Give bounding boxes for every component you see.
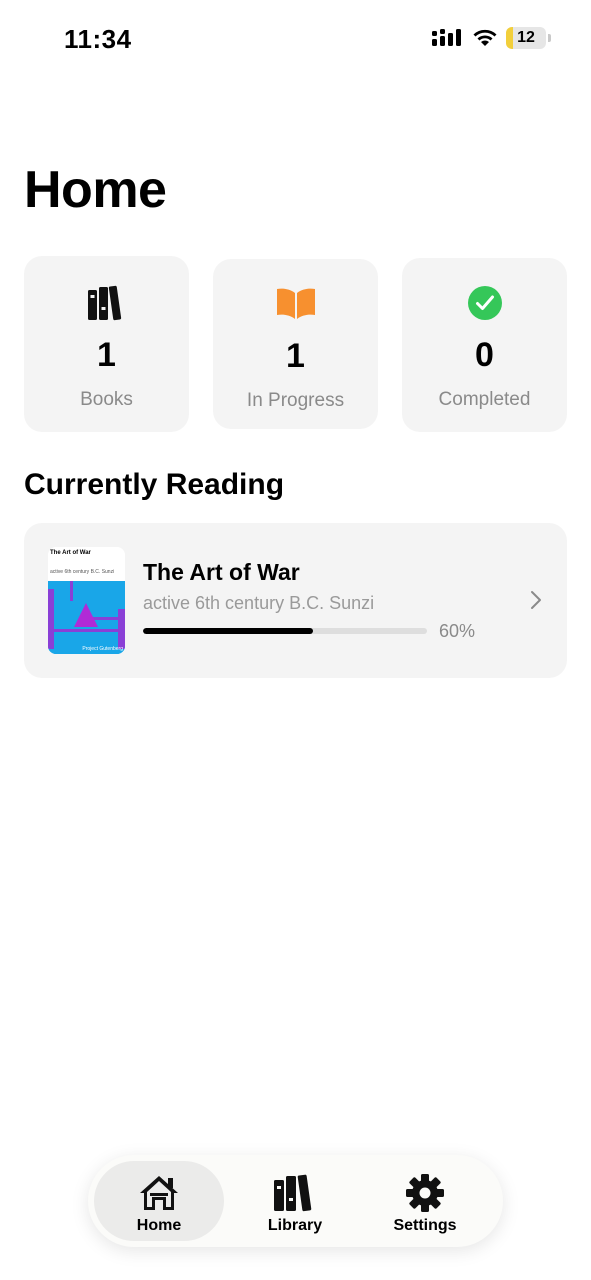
- tab-label: Library: [267, 1217, 323, 1234]
- tab-label: Home: [136, 1217, 182, 1234]
- stat-value: 0: [475, 336, 494, 374]
- house-icon: [138, 1173, 180, 1213]
- chevron-right-icon: [531, 591, 541, 609]
- section-title-currently-reading: Currently Reading: [24, 468, 285, 501]
- stat-value: 1: [286, 337, 305, 375]
- cover-publisher: Project Gutenberg: [82, 646, 123, 652]
- cellular-signal-icon: [432, 29, 461, 46]
- stat-card-books[interactable]: 1 Books: [24, 256, 189, 432]
- battery-level: 12: [517, 29, 535, 46]
- book-author: active 6th century B.C. Sunzi: [143, 593, 375, 613]
- stat-label: Completed: [438, 389, 531, 410]
- battery-indicator: 12: [506, 27, 546, 49]
- cover-author: active 6th century B.C. Sunzi: [50, 569, 115, 575]
- stat-label: In Progress: [246, 390, 345, 411]
- books-icon: [273, 1173, 317, 1213]
- book-cover: The Art of War active 6th century B.C. S…: [48, 547, 125, 654]
- open-book-icon: [276, 285, 316, 323]
- cover-artwork: [48, 581, 125, 654]
- stat-card-completed[interactable]: 0 Completed: [402, 258, 567, 432]
- stat-value: 1: [97, 336, 116, 374]
- tab-settings[interactable]: Settings: [360, 1161, 490, 1241]
- cover-title: The Art of War: [50, 550, 91, 556]
- tab-home[interactable]: Home: [94, 1161, 224, 1241]
- reading-progress-percent: 60%: [439, 621, 476, 641]
- tab-library[interactable]: Library: [230, 1161, 360, 1241]
- currently-reading-card[interactable]: The Art of War active 6th century B.C. S…: [24, 523, 567, 678]
- status-icons: 12: [432, 27, 551, 49]
- checkmark-circle-icon: [467, 284, 503, 322]
- battery-cap: [548, 34, 551, 42]
- tab-label: Settings: [393, 1217, 457, 1234]
- book-title: The Art of War: [143, 559, 300, 585]
- stat-card-in-progress[interactable]: 1 In Progress: [213, 259, 378, 429]
- stats-row: 1 Books 1 In Progress 0 Completed: [24, 256, 567, 432]
- books-icon: [87, 284, 127, 322]
- stat-label: Books: [80, 389, 133, 410]
- status-time: 11:34: [64, 24, 132, 54]
- reading-progress-fill: [143, 628, 314, 634]
- tab-bar: Home Library Settings: [88, 1155, 503, 1247]
- gear-icon: [405, 1173, 445, 1213]
- page-title: Home: [24, 161, 167, 219]
- reading-progress-bar: [143, 628, 427, 634]
- status-bar: 11:34 12: [0, 0, 591, 80]
- wifi-icon: [473, 29, 497, 46]
